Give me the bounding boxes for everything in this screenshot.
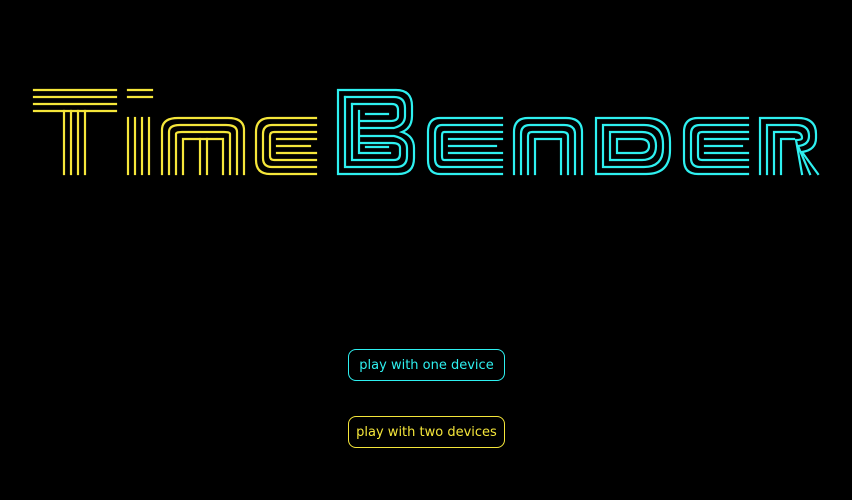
title-word-bender (336, 88, 820, 176)
letter-i (126, 88, 154, 176)
letter-e-3 (682, 116, 750, 176)
letter-e (254, 116, 318, 176)
play-two-devices-button[interactable]: play with two devices (348, 416, 505, 448)
letter-m (160, 116, 246, 176)
letter-b (336, 88, 416, 176)
title-logo-graphic (32, 88, 820, 176)
letter-r (758, 116, 820, 176)
letter-n (512, 116, 584, 176)
play-two-devices-label: play with two devices (356, 424, 497, 440)
game-logo (30, 86, 822, 178)
letter-t (32, 88, 118, 176)
title-word-time (32, 88, 318, 176)
letter-e-2 (426, 116, 504, 176)
play-one-device-label: play with one device (359, 357, 494, 373)
letter-d (594, 116, 672, 176)
main-menu-screen: play with one device play with two devic… (0, 0, 852, 500)
play-one-device-button[interactable]: play with one device (348, 349, 505, 381)
